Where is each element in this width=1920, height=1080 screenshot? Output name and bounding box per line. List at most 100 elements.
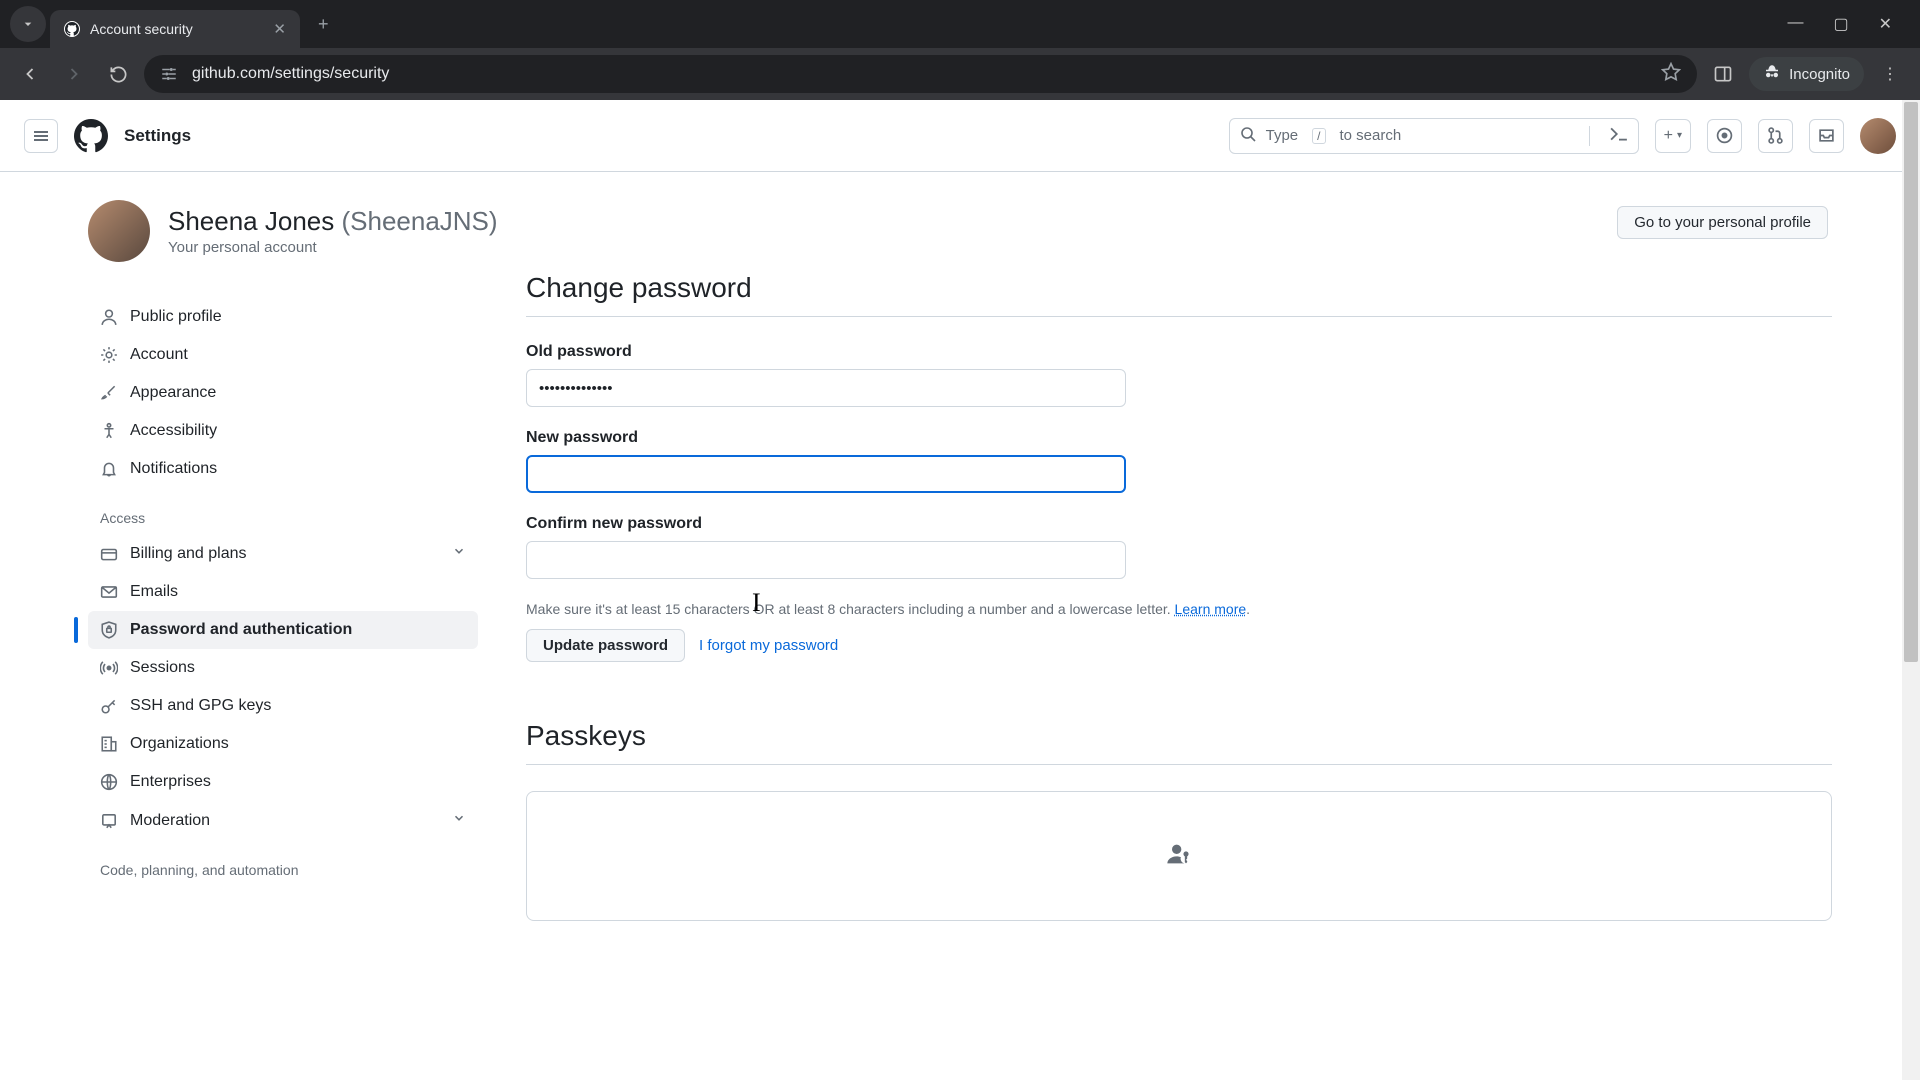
chevron-down-icon [452,811,466,830]
sidebar-item-organizations[interactable]: Organizations [88,725,478,763]
github-favicon-icon [64,21,80,37]
section-divider [526,316,1832,317]
address-bar[interactable]: github.com/settings/security [144,55,1697,93]
globe-icon [100,773,118,791]
site-settings-icon[interactable] [160,65,178,83]
sidebar-item-account[interactable]: Account [88,336,478,374]
forgot-password-link[interactable]: I forgot my password [699,637,838,654]
browser-toolbar: github.com/settings/security Incognito ⋮ [0,48,1920,100]
update-password-button[interactable]: Update password [526,629,685,662]
sidebar-item-billing[interactable]: Billing and plans [88,534,478,573]
search-suffix: to search [1340,127,1402,144]
sidebar-item-emails[interactable]: Emails [88,573,478,611]
search-input[interactable]: Type / to search [1229,118,1639,154]
reload-button[interactable] [100,56,136,92]
window-maximize-icon[interactable]: ▢ [1833,14,1848,34]
user-avatar[interactable] [1860,118,1896,154]
profile-subtitle: Your personal account [168,239,498,256]
old-password-label: Old password [526,343,1832,361]
nav-menu-button[interactable] [24,119,58,153]
scrollbar-thumb[interactable] [1904,102,1918,662]
chevron-down-icon [452,544,466,563]
report-icon [100,812,118,830]
passkeys-empty-state [526,791,1832,921]
window-minimize-icon[interactable]: — [1787,14,1803,34]
person-icon [100,308,118,326]
tabs-search-button[interactable] [10,6,46,42]
page-title: Settings [124,126,191,146]
passkey-person-icon [1165,840,1193,873]
side-panel-button[interactable] [1705,56,1741,92]
search-icon [1240,126,1256,146]
confirm-password-input[interactable] [526,541,1126,579]
sidebar-item-ssh-keys[interactable]: SSH and GPG keys [88,687,478,725]
paintbrush-icon [100,384,118,402]
sidebar-item-password-auth[interactable]: Password and authentication [88,611,478,649]
new-password-input[interactable] [526,455,1126,493]
sidebar-item-label: Password and authentication [130,621,352,639]
incognito-label: Incognito [1789,66,1850,83]
caret-down-icon: ▾ [1677,130,1682,141]
hint-text: Make sure it's at least 15 characters OR… [526,601,1175,617]
passkeys-heading: Passkeys [526,720,1832,764]
browser-tab[interactable]: Account security ✕ [50,10,300,48]
new-password-label: New password [526,429,1832,447]
browser-tab-strip: Account security ✕ + — ▢ ✕ [0,0,1920,48]
sidebar-item-label: Accessibility [130,422,217,440]
sidebar-item-label: Sessions [130,659,195,677]
profile-avatar [88,200,150,262]
forward-button[interactable] [56,56,92,92]
sidebar-item-notifications[interactable]: Notifications [88,450,478,488]
sidebar-item-appearance[interactable]: Appearance [88,374,478,412]
mail-icon [100,583,118,601]
section-divider [526,764,1832,765]
bookmark-star-icon[interactable] [1661,62,1681,87]
sidebar-item-label: Public profile [130,308,222,326]
back-button[interactable] [12,56,48,92]
confirm-password-label: Confirm new password [526,515,1832,533]
github-logo-icon[interactable] [74,119,108,153]
pull-requests-button[interactable] [1758,119,1793,153]
new-tab-button[interactable]: + [318,14,329,35]
sidebar-item-label: Organizations [130,735,229,753]
key-icon [100,697,118,715]
shield-lock-icon [100,621,118,639]
sidebar-item-sessions[interactable]: Sessions [88,649,478,687]
tab-close-icon[interactable]: ✕ [273,20,286,38]
credit-card-icon [100,545,118,563]
change-password-heading: Change password [526,272,1832,316]
create-new-dropdown[interactable]: + ▾ [1655,119,1691,153]
sidebar-item-public-profile[interactable]: Public profile [88,298,478,336]
window-close-icon[interactable]: ✕ [1879,14,1892,34]
issues-button[interactable] [1707,119,1742,153]
bell-icon [100,460,118,478]
plus-icon: + [1664,127,1673,145]
sidebar-section-access: Access [88,488,478,534]
sidebar-item-label: Enterprises [130,773,211,791]
sidebar-item-accessibility[interactable]: Accessibility [88,412,478,450]
notifications-inbox-button[interactable] [1809,119,1844,153]
browser-menu-button[interactable]: ⋮ [1872,56,1908,92]
password-hint: Make sure it's at least 15 characters OR… [526,601,1832,617]
url-text: github.com/settings/security [192,65,1647,83]
organization-icon [100,735,118,753]
learn-more-link[interactable]: Learn more [1175,601,1247,617]
gear-icon [100,346,118,364]
sidebar-item-label: Account [130,346,188,364]
search-prefix: Type [1266,127,1299,144]
profile-name: Sheena Jones (SheenaJNS) [168,206,498,237]
incognito-badge[interactable]: Incognito [1749,57,1864,91]
profile-display-name: Sheena Jones [168,206,334,236]
command-palette-icon[interactable] [1600,125,1628,147]
accessibility-icon [100,422,118,440]
incognito-icon [1763,63,1781,85]
sidebar-item-label: Moderation [130,812,210,830]
sidebar-item-label: Appearance [130,384,216,402]
sidebar-item-label: Emails [130,583,178,601]
sidebar-item-enterprises[interactable]: Enterprises [88,763,478,801]
hint-text-trail: . [1246,601,1250,617]
scrollbar[interactable] [1902,100,1920,1080]
old-password-input[interactable] [526,369,1126,407]
sidebar-section-code: Code, planning, and automation [88,840,478,886]
sidebar-item-moderation[interactable]: Moderation [88,801,478,840]
